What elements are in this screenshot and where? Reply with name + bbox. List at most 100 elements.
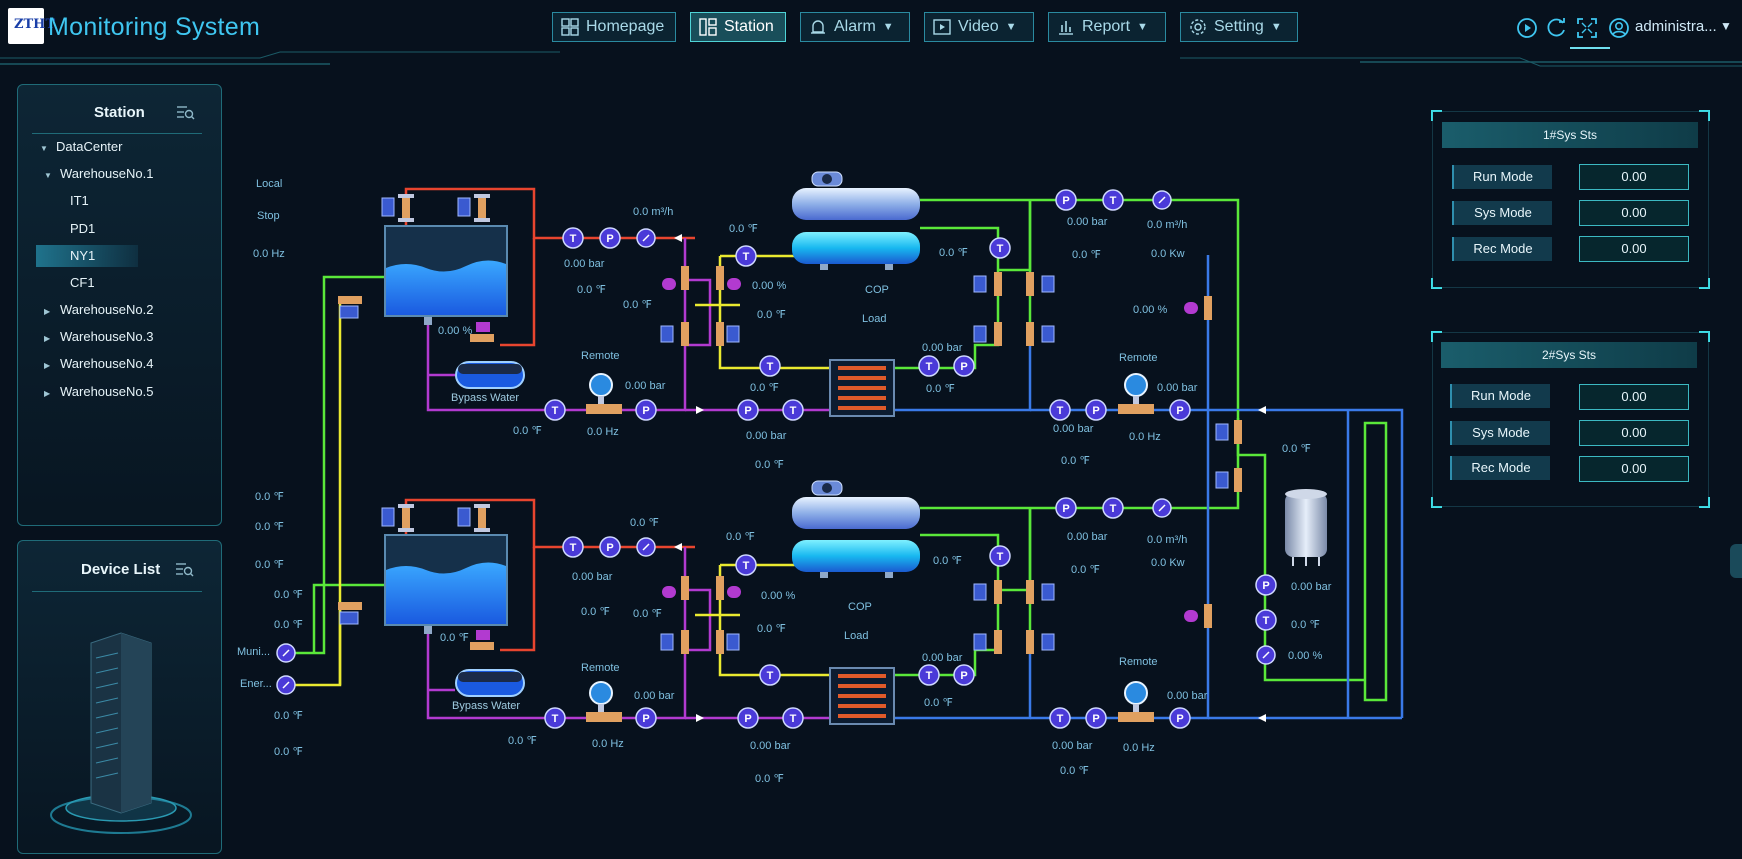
u2-temp-a: 0.0 ℉ xyxy=(633,608,662,620)
u2-rp-bar: 0.00 bar xyxy=(1167,690,1208,702)
u1-hx-temp: 0.0 ℉ xyxy=(926,383,955,395)
svg-text:P: P xyxy=(744,713,751,725)
u1-rp-bar: 0.00 bar xyxy=(1157,382,1198,394)
left-temp-7: 0.0 ℉ xyxy=(274,746,303,758)
sys1-run-mode-label: Run Mode xyxy=(1452,165,1552,189)
sys2-rec-mode-value: 0.00 xyxy=(1579,456,1689,482)
temperature-sensor-badge: T xyxy=(782,399,804,421)
sys2-run-mode-label: Run Mode xyxy=(1450,384,1550,408)
u1-pump-bar: 0.00 bar xyxy=(625,380,666,392)
u1-rp-temp: 0.0 ℉ xyxy=(1061,455,1090,467)
svg-text:T: T xyxy=(1057,405,1064,417)
u1-cop: COP xyxy=(865,284,889,296)
pressure-sensor-badge: P xyxy=(599,227,621,249)
pressure-sensor-badge: P xyxy=(1169,707,1191,729)
temperature-sensor-badge: T xyxy=(735,554,757,576)
svg-text:P: P xyxy=(744,405,751,417)
u1-load: Load xyxy=(862,313,887,325)
left-temp-4: 0.0 ℉ xyxy=(274,589,303,601)
pressure-sensor-badge: P xyxy=(635,707,657,729)
svg-text:T: T xyxy=(1110,195,1117,207)
sys2-rec-mode-label: Rec Mode xyxy=(1450,456,1550,480)
svg-text:T: T xyxy=(743,560,750,572)
sys1-sys-mode-label: Sys Mode xyxy=(1452,201,1552,225)
u2-cw-temp: 0.0 ℉ xyxy=(1071,564,1100,576)
u2-bypass-label: Bypass Water xyxy=(452,700,521,712)
left-temp-1: 0.0 ℉ xyxy=(255,491,284,503)
svg-text:T: T xyxy=(926,670,933,682)
u2-hx-temp: 0.0 ℉ xyxy=(924,697,953,709)
svg-text:P: P xyxy=(1092,405,1099,417)
u2-pump-hz: 0.0 Hz xyxy=(592,738,624,750)
pressure-sensor-badge: P xyxy=(1169,399,1191,421)
u2-pump-temp: 0.0 ℉ xyxy=(508,735,537,747)
u1-pump-hz: 0.0 Hz xyxy=(587,426,619,438)
loop-pct: 0.00 % xyxy=(1288,650,1323,662)
u2-remote-right: Remote xyxy=(1119,656,1158,668)
temperature-sensor-badge: T xyxy=(989,237,1011,259)
u2-temp-2: 0.0 ℉ xyxy=(726,531,755,543)
u1-return-temp: 0.0 ℉ xyxy=(755,459,784,471)
left-temp-2: 0.0 ℉ xyxy=(255,521,284,533)
pressure-sensor-badge: P xyxy=(737,707,759,729)
u1-remote-right: Remote xyxy=(1119,352,1158,364)
loop-temp-2: 0.0 ℉ xyxy=(1291,619,1320,631)
left-temp-5: 0.0 ℉ xyxy=(274,619,303,631)
u1-pct-1: 0.00 % xyxy=(752,280,787,292)
u2-cw-flow: 0.0 m³/h xyxy=(1147,534,1188,546)
svg-text:T: T xyxy=(926,361,933,373)
temperature-sensor-badge: T xyxy=(1049,399,1071,421)
u2-level-temp: 0.0 ℉ xyxy=(440,632,469,644)
sys2-run-mode-value: 0.00 xyxy=(1579,384,1689,410)
pressure-sensor-badge: P xyxy=(1085,399,1107,421)
temperature-sensor-badge: T xyxy=(1102,497,1124,519)
status-stop: Stop xyxy=(257,210,280,222)
pressure-sensor-badge: P xyxy=(599,536,621,558)
temperature-sensor-badge: T xyxy=(562,227,584,249)
pressure-sensor-badge: P xyxy=(1055,497,1077,519)
pressure-sensor-badge: P xyxy=(737,399,759,421)
temperature-sensor-badge: T xyxy=(544,707,566,729)
u2-rp-temp: 0.0 ℉ xyxy=(1060,765,1089,777)
svg-text:P: P xyxy=(1092,713,1099,725)
left-temp-6: 0.0 ℉ xyxy=(274,710,303,722)
sys2-sys-mode-value: 0.00 xyxy=(1579,420,1689,446)
u1-rp-bar-2: 0.00 bar xyxy=(1053,423,1094,435)
status-frequency: 0.0 Hz xyxy=(253,248,285,260)
svg-text:T: T xyxy=(790,713,797,725)
u2-temp-top: 0.0 ℉ xyxy=(630,517,659,529)
u1-rp-hz: 0.0 Hz xyxy=(1129,431,1161,443)
sys1-rec-mode-label: Rec Mode xyxy=(1452,237,1552,261)
svg-text:P: P xyxy=(642,713,649,725)
u2-remote: Remote xyxy=(581,662,620,674)
u1-bypass-label: Bypass Water xyxy=(451,392,520,404)
pressure-sensor-badge: P xyxy=(635,399,657,421)
u2-cw-bar: 0.00 bar xyxy=(1067,531,1108,543)
u2-temp-1: 0.0 ℉ xyxy=(581,606,610,618)
u1-temp-3: 0.0 ℉ xyxy=(757,309,786,321)
svg-text:T: T xyxy=(570,233,577,245)
u1-cw-flow: 0.0 m³/h xyxy=(1147,219,1188,231)
status-local: Local xyxy=(256,178,283,190)
svg-text:P: P xyxy=(960,361,967,373)
svg-text:P: P xyxy=(960,670,967,682)
u2-load: Load xyxy=(844,630,869,642)
svg-text:P: P xyxy=(1262,580,1269,592)
pressure-sensor-badge: P xyxy=(1085,707,1107,729)
u1-bypass-pct: 0.00 % xyxy=(438,325,473,337)
u1-remote: Remote xyxy=(581,350,620,362)
u2-pct-1: 0.00 % xyxy=(761,590,796,602)
svg-text:P: P xyxy=(1176,405,1183,417)
left-temp-3: 0.0 ℉ xyxy=(255,559,284,571)
svg-text:T: T xyxy=(743,251,750,263)
side-drawer-handle[interactable] xyxy=(1730,544,1742,578)
loop-bar: 0.00 bar xyxy=(1291,581,1332,593)
svg-text:P: P xyxy=(642,405,649,417)
svg-text:P: P xyxy=(1062,195,1069,207)
u1-valve-pct: 0.00 % xyxy=(1133,304,1168,316)
loop-temp: 0.0 ℉ xyxy=(1282,443,1311,455)
u1-temp-2: 0.0 ℉ xyxy=(623,299,652,311)
temperature-sensor-badge: T xyxy=(918,664,940,686)
u1-temp-4: 0.0 ℉ xyxy=(939,247,968,259)
temperature-sensor-badge: T xyxy=(989,545,1011,567)
